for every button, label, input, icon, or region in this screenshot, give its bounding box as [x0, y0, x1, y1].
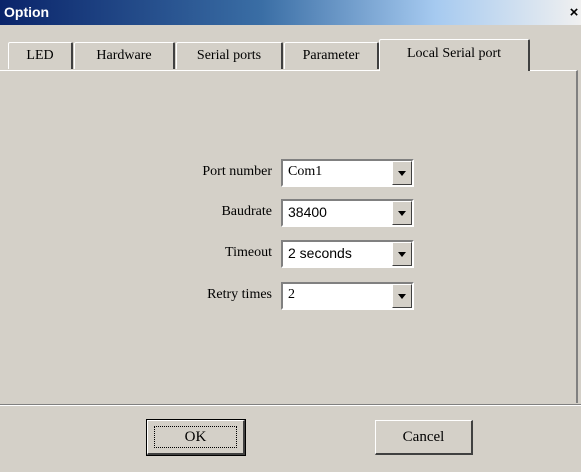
- timeout-value: 2 seconds: [288, 245, 352, 261]
- baudrate-label: Baudrate: [221, 204, 272, 219]
- dropdown-arrow-icon[interactable]: [392, 201, 412, 225]
- baudrate-row: Baudrate 38400: [0, 199, 581, 227]
- port-number-value: Com1: [288, 164, 323, 179]
- port-number-row: Port number Com1: [0, 159, 581, 187]
- cancel-button-label: Cancel: [402, 429, 445, 445]
- dropdown-arrow-icon[interactable]: [392, 161, 412, 185]
- retry-times-value: 2: [288, 287, 295, 302]
- focus-indicator: [154, 426, 237, 448]
- window-title: Option: [4, 4, 50, 20]
- dropdown-arrow-icon[interactable]: [392, 284, 412, 308]
- tab-local-serial-port[interactable]: Local Serial port: [379, 39, 530, 71]
- baudrate-value: 38400: [288, 204, 327, 220]
- tab-panel: [0, 70, 578, 403]
- title-bar[interactable]: Option ×: [0, 0, 581, 25]
- timeout-select[interactable]: 2 seconds: [281, 240, 414, 268]
- retry-times-select[interactable]: 2: [281, 282, 414, 310]
- baudrate-select[interactable]: 38400: [281, 199, 414, 227]
- cancel-button[interactable]: Cancel: [375, 420, 473, 455]
- timeout-label: Timeout: [225, 245, 272, 260]
- ok-button[interactable]: OK: [146, 419, 246, 456]
- tab-serial-ports[interactable]: Serial ports: [176, 42, 283, 69]
- timeout-row: Timeout 2 seconds: [0, 240, 581, 268]
- bottom-separator: [0, 404, 581, 406]
- tab-led[interactable]: LED: [8, 42, 73, 69]
- port-number-select[interactable]: Com1: [281, 159, 414, 187]
- tab-strip: LED Hardware Serial ports Parameter Loca…: [0, 25, 581, 72]
- tab-hardware[interactable]: Hardware: [74, 42, 175, 69]
- retry-times-row: Retry times 2: [0, 282, 581, 310]
- close-button[interactable]: ×: [566, 4, 581, 22]
- retry-times-label: Retry times: [207, 287, 272, 302]
- dropdown-arrow-icon[interactable]: [392, 242, 412, 266]
- tab-parameter[interactable]: Parameter: [284, 42, 379, 69]
- port-number-label: Port number: [202, 164, 272, 179]
